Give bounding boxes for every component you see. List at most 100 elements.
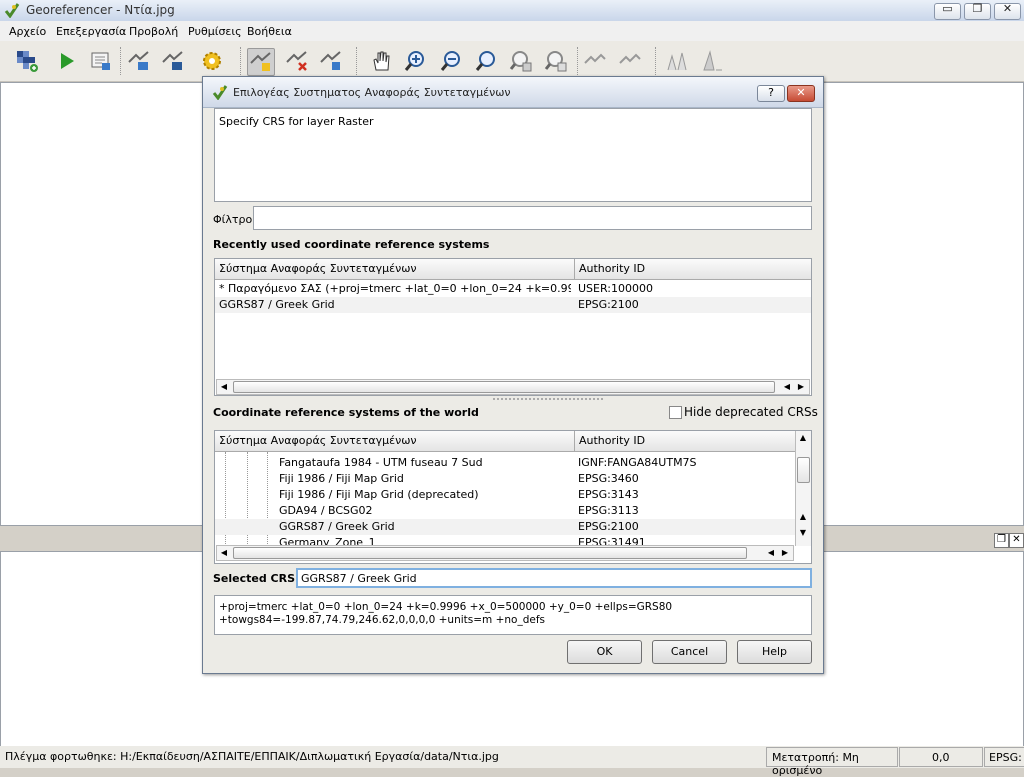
- start-georeferencing-icon[interactable]: [54, 48, 80, 74]
- table-row[interactable]: GGRS87 / Greek Grid EPSG:2100: [215, 519, 795, 535]
- menu-edit[interactable]: Επεξεργασία: [56, 25, 126, 38]
- world-crs-heading: Coordinate reference systems of the worl…: [213, 406, 479, 419]
- minimize-button[interactable]: ▭: [934, 2, 961, 20]
- zoom-to-layer-icon[interactable]: [473, 48, 499, 74]
- minimize-icon: ▭: [942, 2, 953, 15]
- restore-icon: ❐: [972, 2, 983, 15]
- zoom-last-icon[interactable]: [508, 48, 534, 74]
- menu-help[interactable]: Βοήθεια: [247, 25, 292, 38]
- coords-value: 0,0: [932, 751, 950, 764]
- message-text: Specify CRS for layer Raster: [219, 115, 374, 128]
- delete-point-icon[interactable]: [284, 48, 310, 74]
- menu-view[interactable]: Προβολή: [129, 25, 178, 38]
- help-button[interactable]: Help: [737, 640, 812, 664]
- status-message: Πλέγμα φορτωθηκε: H:/Εκπαίδευση/ΑΣΠΑΙΤΕ/…: [5, 750, 499, 763]
- ok-button[interactable]: OK: [567, 640, 642, 664]
- splitter-handle[interactable]: [493, 398, 603, 400]
- full-histogram-stretch-icon[interactable]: [664, 48, 690, 74]
- world-table-header: Σύστημα Αναφοράς Συντεταγμένων Authority…: [215, 431, 795, 452]
- scroll-left-icon[interactable]: ◀: [781, 381, 793, 393]
- crs-selector-dialog: Επιλογέας Συστηματος Αναφοράς Συντεταγμέ…: [202, 76, 824, 674]
- local-histogram-stretch-icon[interactable]: [700, 48, 726, 74]
- message-box: Specify CRS for layer Raster: [214, 108, 812, 202]
- world-vertical-scrollbar[interactable]: ▲ ▲ ▼: [795, 431, 811, 546]
- selected-crs-input[interactable]: [296, 568, 812, 588]
- close-window-button[interactable]: ✕: [994, 2, 1021, 20]
- close-icon: ✕: [796, 86, 806, 99]
- qgis-logo-icon: [4, 3, 20, 18]
- table-row[interactable]: GDA94 / BCSG02 EPSG:3113: [215, 503, 795, 519]
- menu-settings[interactable]: Ρυθμίσεις: [188, 25, 242, 38]
- scroll-left-icon[interactable]: ◀: [765, 547, 777, 559]
- transformation-settings-icon[interactable]: [199, 48, 225, 74]
- scroll-up-icon[interactable]: ▲: [797, 432, 809, 444]
- scroll-up-icon[interactable]: ▲: [797, 511, 809, 523]
- col-authority-header[interactable]: Authority ID: [575, 431, 795, 451]
- zoom-next-icon[interactable]: [543, 48, 569, 74]
- world-crs-tree[interactable]: Σύστημα Αναφοράς Συντεταγμένων Authority…: [214, 430, 812, 564]
- crs-authority: IGNF:FANGA84UTM7S: [578, 456, 697, 469]
- crs-name: Fiji 1986 / Fiji Map Grid: [279, 472, 404, 485]
- help-icon: ?: [768, 86, 774, 99]
- restore-button[interactable]: ❐: [964, 2, 991, 20]
- recent-crs-table[interactable]: Σύστημα Αναφοράς Συντεταγμένων Authority…: [214, 258, 812, 396]
- scroll-thumb[interactable]: [233, 381, 775, 393]
- col-authority-header[interactable]: Authority ID: [575, 259, 811, 279]
- float-dock-button[interactable]: ❐: [994, 533, 1009, 548]
- epsg-label: EPSG:: [989, 751, 1022, 764]
- menu-file[interactable]: Αρχείο: [9, 25, 46, 38]
- col-crs-header[interactable]: Σύστημα Αναφοράς Συντεταγμένων: [215, 431, 575, 451]
- close-icon: ✕: [1012, 534, 1021, 545]
- recent-crs-heading: Recently used coordinate reference syste…: [213, 238, 490, 251]
- filter-input[interactable]: [253, 206, 812, 230]
- crs-authority: USER:100000: [578, 282, 653, 295]
- table-row[interactable]: Fiji 1986 / Fiji Map Grid (deprecated) EP…: [215, 487, 795, 503]
- move-point-icon[interactable]: [318, 48, 344, 74]
- epsg-box[interactable]: EPSG:: [984, 747, 1024, 767]
- scroll-right-icon[interactable]: ▶: [795, 381, 807, 393]
- world-horizontal-scrollbar[interactable]: ◀ ◀ ▶: [216, 545, 794, 561]
- crs-authority: EPSG:3143: [578, 488, 639, 501]
- coords-box: 0,0: [899, 747, 983, 767]
- proj-line-1: +proj=tmerc +lat_0=0 +lon_0=24 +k=0.9996…: [219, 601, 673, 613]
- proj-line-2: +towgs84=-199.87,74.79,246.62,0,0,0,0 +u…: [219, 614, 546, 626]
- float-icon: ❐: [997, 534, 1006, 545]
- table-row[interactable]: Fangataufa 1984 - UTM fuseau 7 Sud IGNF:F…: [215, 455, 795, 471]
- generate-gdal-script-icon[interactable]: [88, 48, 114, 74]
- add-point-icon[interactable]: [247, 48, 275, 76]
- transform-status-box: Μετατροπή: Μη ορισμένο: [766, 747, 898, 777]
- dialog-help-button[interactable]: ?: [757, 85, 785, 102]
- save-gcp-icon[interactable]: [160, 48, 186, 74]
- scroll-thumb[interactable]: [797, 457, 810, 483]
- crs-authority: EPSG:3460: [578, 472, 639, 485]
- link-georeferencer-icon[interactable]: [582, 48, 608, 74]
- crs-authority: EPSG:3113: [578, 504, 639, 517]
- proj-definition-box: +proj=tmerc +lat_0=0 +lon_0=24 +k=0.9996…: [214, 595, 812, 635]
- statusbar: Πλέγμα φορτωθηκε: H:/Εκπαίδευση/ΑΣΠΑΙΤΕ/…: [0, 746, 1024, 777]
- zoom-in-icon[interactable]: [402, 48, 428, 74]
- open-raster-icon[interactable]: [14, 48, 40, 74]
- col-crs-header[interactable]: Σύστημα Αναφοράς Συντεταγμένων: [215, 259, 575, 279]
- table-row[interactable]: Fiji 1986 / Fiji Map Grid EPSG:3460: [215, 471, 795, 487]
- scroll-thumb[interactable]: [233, 547, 747, 559]
- window-titlebar: Georeferencer - Ντία.jpg ▭ ❐ ✕: [0, 0, 1024, 22]
- scroll-left-icon[interactable]: ◀: [218, 547, 230, 559]
- close-dock-button[interactable]: ✕: [1009, 533, 1024, 548]
- table-row[interactable]: GGRS87 / Greek Grid EPSG:2100: [215, 297, 811, 313]
- zoom-out-icon[interactable]: [438, 48, 464, 74]
- pan-icon[interactable]: [368, 48, 394, 74]
- hide-deprecated-label[interactable]: Hide deprecated CRSs: [684, 405, 818, 419]
- cancel-button[interactable]: Cancel: [652, 640, 727, 664]
- close-icon: ✕: [1002, 2, 1013, 15]
- dialog-close-button[interactable]: ✕: [787, 85, 815, 102]
- load-gcp-icon[interactable]: [126, 48, 152, 74]
- scroll-left-icon[interactable]: ◀: [218, 381, 230, 393]
- scroll-right-icon[interactable]: ▶: [779, 547, 791, 559]
- dialog-title: Επιλογέας Συστηματος Αναφοράς Συντεταγμέ…: [233, 86, 511, 99]
- table-row[interactable]: * Παραγόμενο ΣΑΣ (+proj=tmerc +lat_0=0 +…: [215, 281, 811, 297]
- crs-name: GDA94 / BCSG02: [279, 504, 373, 517]
- link-qgis-icon[interactable]: [617, 48, 643, 74]
- recent-horizontal-scrollbar[interactable]: ◀ ◀ ▶: [216, 379, 810, 395]
- scroll-down-icon[interactable]: ▼: [797, 527, 809, 539]
- hide-deprecated-checkbox[interactable]: [669, 406, 682, 419]
